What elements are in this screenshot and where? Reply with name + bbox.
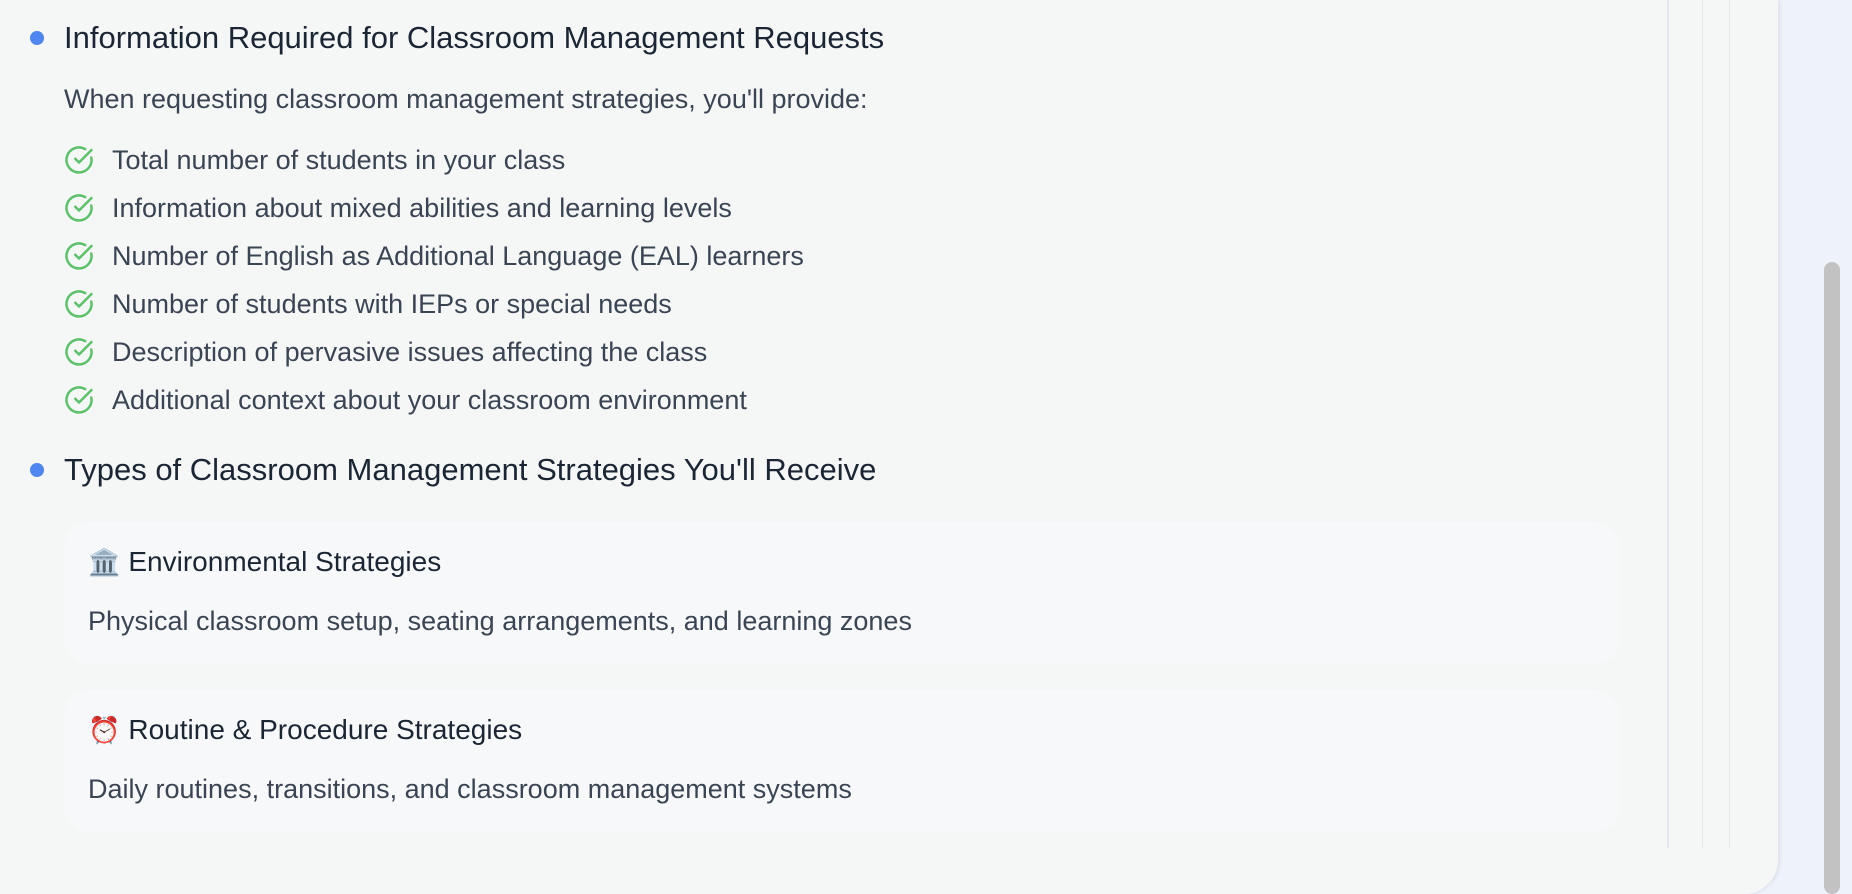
classical-building-icon: 🏛️ [88,547,121,577]
check-circle-icon [65,242,93,270]
divider-line [1667,0,1669,848]
alarm-clock-icon: ⏰ [88,715,121,745]
checklist-item-label: Information about mixed abilities and le… [112,192,732,223]
requirements-checklist: Total number of students in your class I… [64,136,804,424]
bullet-dot-icon [30,463,44,477]
checklist-item-label: Additional context about your classroom … [112,384,747,415]
checklist-item: Number of English as Additional Language… [64,232,804,280]
app-window: Information Required for Classroom Manag… [0,0,1852,894]
divider-line [1702,0,1703,848]
card-title-text: Routine & Procedure Strategies [128,714,523,745]
checklist-item: Additional context about your classroom … [64,376,804,424]
card-title: ⏰ Routine & Procedure Strategies [88,714,522,746]
checklist-item-label: Number of students with IEPs or special … [112,288,672,319]
requirements-heading-text: Information Required for Classroom Manag… [64,20,885,55]
checklist-item-label: Description of pervasive issues affectin… [112,336,708,367]
checklist-item-label: Total number of students in your class [112,144,566,175]
checklist-item-label: Number of English as Additional Language… [112,240,804,271]
strategies-heading-text: Types of Classroom Management Strategies… [64,452,877,487]
divider-line [1729,0,1730,848]
scrollbar-thumb[interactable] [1824,262,1840,894]
check-circle-icon [65,194,93,222]
strategy-card-environmental: 🏛️ Environmental Strategies Physical cla… [64,522,1620,664]
card-title: 🏛️ Environmental Strategies [88,546,441,578]
check-circle-icon [65,146,93,174]
card-description: Daily routines, transitions, and classro… [88,774,852,804]
strategies-section-heading: Types of Classroom Management Strategies… [30,452,876,488]
checklist-item: Total number of students in your class [64,136,804,184]
card-title-text: Environmental Strategies [128,546,442,577]
content-panel: Information Required for Classroom Manag… [0,0,1778,894]
strategy-card-routine: ⏰ Routine & Procedure Strategies Daily r… [64,690,1620,832]
checklist-item: Description of pervasive issues affectin… [64,328,804,376]
checklist-item: Information about mixed abilities and le… [64,184,804,232]
requirements-intro: When requesting classroom management str… [64,84,868,114]
requirements-section-heading: Information Required for Classroom Manag… [30,20,884,56]
bullet-dot-icon [30,31,44,45]
checklist-item: Number of students with IEPs or special … [64,280,804,328]
check-circle-icon [65,386,93,414]
check-circle-icon [65,338,93,366]
card-description: Physical classroom setup, seating arrang… [88,606,912,636]
check-circle-icon [65,290,93,318]
